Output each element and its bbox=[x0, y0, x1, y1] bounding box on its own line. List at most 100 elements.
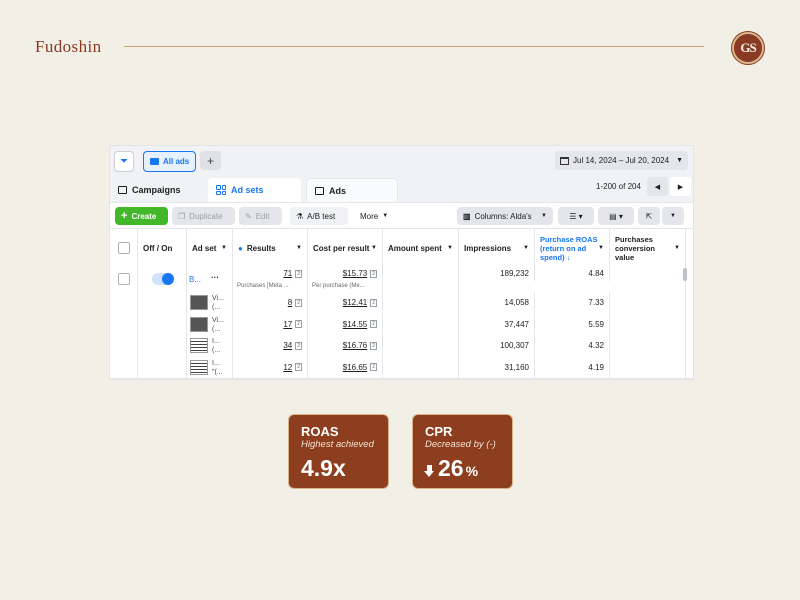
ad-set-name-link[interactable]: B... bbox=[189, 275, 201, 284]
cpr-card-value-group: 26 % bbox=[424, 455, 479, 482]
add-view-button[interactable]: + bbox=[200, 151, 221, 170]
edit-button[interactable]: ✎ Edit bbox=[239, 207, 282, 225]
reports-button[interactable]: ▤ ▾ bbox=[598, 207, 634, 225]
arrow-down-icon bbox=[424, 464, 435, 477]
cost-value[interactable]: $15.73 bbox=[343, 269, 367, 278]
amount-spent-cell bbox=[383, 313, 459, 335]
tab-ad-sets[interactable]: Ad sets bbox=[208, 178, 301, 202]
create-button[interactable]: + Create bbox=[115, 207, 168, 225]
col-purchase-roas[interactable]: Purchase ROAS (return on ad spend) ↓ ▼ bbox=[535, 229, 610, 267]
table-row[interactable]: I... "(... 12 2 $16.65 2 31,160 4.19 bbox=[110, 356, 693, 379]
row-select-cell bbox=[110, 335, 138, 357]
results-value[interactable]: 71 bbox=[283, 269, 292, 278]
tab-ads[interactable]: Ads bbox=[306, 178, 398, 202]
results-value[interactable]: 12 bbox=[283, 363, 292, 372]
export-dropdown-button[interactable]: ▼ bbox=[662, 207, 684, 225]
roas-value: 7.33 bbox=[588, 298, 604, 308]
roas-value: 5.59 bbox=[588, 319, 604, 329]
scrollbar[interactable] bbox=[683, 268, 687, 281]
ad-name-text: Vi... (... bbox=[212, 316, 224, 333]
impressions-cell: 31,160 bbox=[459, 356, 535, 378]
cost-subtext: Per purchase (Me... bbox=[312, 283, 365, 289]
info-badge-icon: 2 bbox=[370, 298, 377, 307]
ad-thumbnail[interactable] bbox=[190, 359, 208, 375]
ad-set-cell: I... (... bbox=[187, 335, 233, 357]
folder-icon bbox=[150, 158, 159, 165]
reports-icon: ▤ ▾ bbox=[609, 211, 623, 221]
row-select-cell bbox=[110, 292, 138, 314]
cost-value[interactable]: $16.65 bbox=[343, 363, 367, 372]
table-row[interactable]: Vi... (... 8 2 $12.41 2 14,058 7.33 bbox=[110, 292, 693, 315]
columns-icon: ▥ bbox=[463, 211, 471, 221]
breakdown-icon: ☰ ▾ bbox=[569, 211, 583, 221]
chevron-down-icon: ▼ bbox=[670, 213, 676, 219]
col-off-on[interactable]: Off / On bbox=[138, 229, 187, 267]
tab-campaigns[interactable]: Campaigns bbox=[110, 178, 203, 202]
results-cell: 12 2 bbox=[233, 356, 308, 378]
ad-thumbnail[interactable] bbox=[190, 316, 208, 332]
ad-name-text: I... "(... bbox=[212, 359, 223, 376]
row-checkbox[interactable] bbox=[118, 273, 130, 285]
impressions-cell: 14,058 bbox=[459, 292, 535, 314]
table-row[interactable]: Vi... (... 17 2 $14.55 2 37,447 5.59 bbox=[110, 313, 693, 336]
info-badge-icon: 2 bbox=[370, 341, 377, 350]
info-badge-icon: 2 bbox=[370, 269, 377, 278]
col-purchases-conversion-value[interactable]: Purchases conversion value ▼ bbox=[610, 229, 686, 267]
more-options-icon[interactable]: ··· bbox=[211, 273, 219, 282]
export-button[interactable]: ⇱ bbox=[638, 207, 660, 225]
results-subtext: Purchases [Meta ... bbox=[237, 283, 289, 289]
info-badge-icon: 2 bbox=[295, 298, 302, 307]
results-cell: 17 2 bbox=[233, 313, 308, 335]
chevron-down-icon: ▼ bbox=[674, 244, 680, 251]
ab-test-button[interactable]: ⚗ A/B test bbox=[290, 207, 348, 225]
more-label: More bbox=[360, 211, 379, 221]
toggle-cell bbox=[138, 356, 187, 378]
top-bar: ⏷ All ads + Jul 14, 2024 – Jul 20, 2024 … bbox=[110, 146, 693, 176]
table-row[interactable]: I... (... 34 2 $16.76 2 100,307 4.32 bbox=[110, 335, 693, 358]
select-all-checkbox[interactable] bbox=[117, 242, 130, 254]
results-value[interactable]: 17 bbox=[283, 320, 292, 329]
table-row-summary[interactable]: B... ··· 71 2 Purchases [Meta ... $15.73 2… bbox=[110, 266, 693, 293]
prev-page-button[interactable]: ◀ bbox=[647, 177, 668, 196]
duplicate-label: Duplicate bbox=[189, 211, 223, 221]
pagination-text: 1-200 of 204 bbox=[596, 182, 641, 191]
cost-value[interactable]: $14.55 bbox=[343, 320, 367, 329]
cpr-card-unit: % bbox=[465, 463, 479, 479]
next-page-button[interactable]: ▶ bbox=[670, 177, 691, 196]
cost-value[interactable]: $12.41 bbox=[343, 298, 367, 307]
cost-value[interactable]: $16.76 bbox=[343, 341, 367, 350]
columns-button[interactable]: ▥ Columns: Alda's ▼ bbox=[457, 207, 553, 225]
ad-thumbnail[interactable] bbox=[190, 295, 208, 310]
amount-spent-cell bbox=[383, 292, 459, 314]
col-amount-spent[interactable]: Amount spent ▼ bbox=[383, 229, 459, 267]
col-results[interactable]: ● Results ▼ bbox=[233, 229, 308, 267]
edit-label: Edit bbox=[255, 211, 270, 221]
ad-set-toggle[interactable] bbox=[152, 273, 174, 285]
col-cost-per-result[interactable]: Cost per result ▼ bbox=[308, 229, 383, 267]
results-value[interactable]: 34 bbox=[283, 341, 292, 350]
impressions-value: 14,058 bbox=[504, 298, 529, 308]
roas-card: ROAS Highest achieved 4.9x bbox=[289, 415, 388, 488]
breakdown-button[interactable]: ☰ ▾ bbox=[558, 207, 594, 225]
select-all-cell bbox=[110, 229, 138, 267]
date-range-picker[interactable]: Jul 14, 2024 – Jul 20, 2024 ▼ bbox=[555, 151, 688, 170]
cpr-card: CPR Decreased by (-) 26 % bbox=[413, 415, 512, 488]
ad-thumbnail[interactable] bbox=[190, 338, 208, 353]
duplicate-button[interactable]: ❐ Duplicate bbox=[172, 207, 235, 225]
more-button[interactable]: More ▼ bbox=[354, 207, 396, 225]
all-ads-button[interactable]: All ads bbox=[143, 151, 197, 172]
ad-icon bbox=[315, 186, 324, 195]
impressions-cell: 100,307 bbox=[459, 335, 535, 357]
conversion-value-cell bbox=[610, 266, 686, 292]
cost-cell: $16.76 2 bbox=[308, 335, 383, 357]
col-impressions[interactable]: Impressions ▼ bbox=[459, 229, 535, 267]
results-value[interactable]: 8 bbox=[288, 298, 292, 307]
flask-icon: ⚗ bbox=[296, 211, 304, 221]
filter-button[interactable]: ⏷ bbox=[114, 151, 134, 172]
roas-value: 4.19 bbox=[588, 362, 604, 372]
chevron-left-icon: ◀ bbox=[654, 183, 661, 191]
col-ad-set[interactable]: Ad set ▼ bbox=[187, 229, 233, 267]
amount-spent-cell bbox=[383, 356, 459, 378]
header-divider bbox=[124, 46, 704, 47]
impressions-value: 31,160 bbox=[504, 362, 529, 372]
